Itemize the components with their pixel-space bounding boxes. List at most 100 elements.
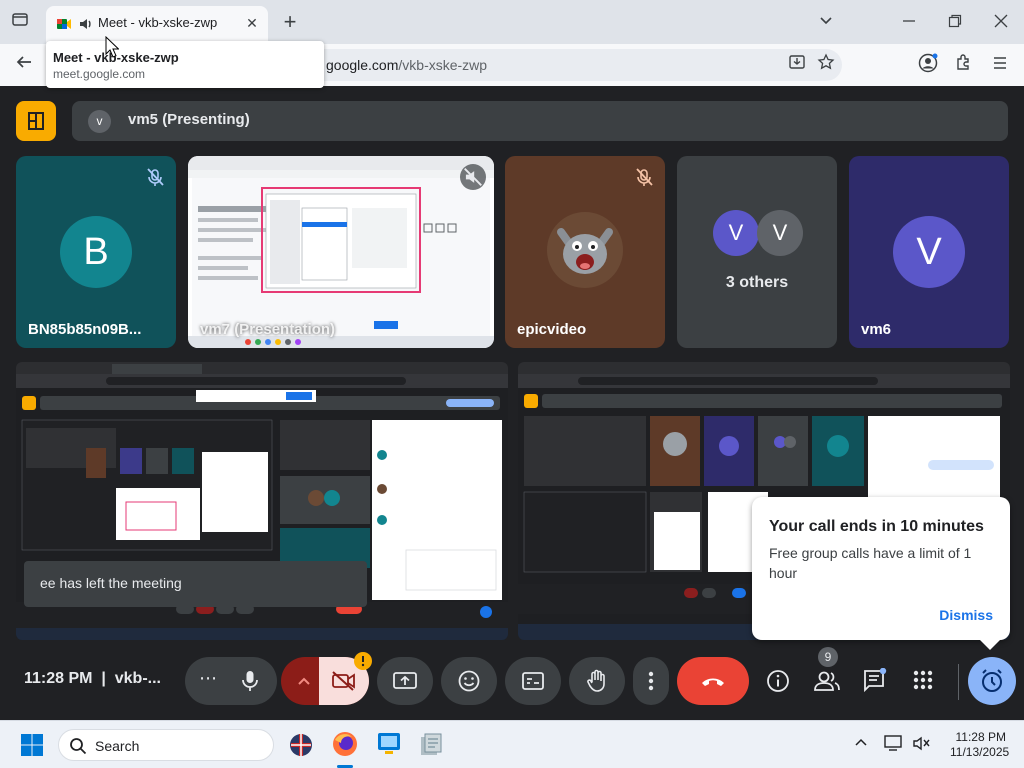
windows-start-icon[interactable] bbox=[20, 733, 44, 757]
participant-name: vm7 (Presentation) bbox=[200, 321, 336, 338]
alarm-clock-icon bbox=[982, 669, 1002, 692]
system-time: 11:28 PM bbox=[955, 730, 1006, 744]
system-clock[interactable]: 11:28 PM 11/13/2025 bbox=[950, 730, 1010, 760]
raise-hand-button[interactable] bbox=[569, 657, 625, 705]
info-icon bbox=[767, 670, 789, 692]
people-button[interactable]: 9 bbox=[813, 647, 843, 696]
shared-screen-thumbnail bbox=[188, 156, 494, 348]
people-icon bbox=[814, 671, 840, 691]
menu-icon[interactable] bbox=[988, 53, 1012, 77]
participant-tile-vm7-presentation[interactable]: vm7 (Presentation) bbox=[188, 156, 494, 348]
people-count-badge: 9 bbox=[818, 647, 838, 667]
tab-search-icon[interactable] bbox=[8, 10, 32, 34]
microphone-icon bbox=[242, 671, 258, 691]
others-label: 3 others bbox=[725, 274, 789, 291]
taskbar-app-icon[interactable] bbox=[288, 732, 314, 758]
others-avatar-2: V bbox=[757, 210, 803, 256]
video-off-icon bbox=[332, 671, 355, 691]
taskbar-search[interactable]: Search bbox=[58, 729, 274, 761]
install-app-icon[interactable] bbox=[785, 53, 809, 77]
participant-name: vm6 bbox=[861, 321, 892, 338]
presenting-banner[interactable]: v vm5 (Presenting) bbox=[72, 101, 1008, 141]
more-vert-icon bbox=[648, 671, 654, 691]
url-path: /vkb-xske-zwp bbox=[398, 57, 488, 73]
others-avatar-1: V bbox=[713, 210, 759, 256]
chat-icon bbox=[864, 667, 887, 693]
show-hidden-icons-chevron[interactable] bbox=[854, 735, 868, 754]
emoji-icon bbox=[458, 670, 480, 692]
participant-avatar: V bbox=[893, 216, 965, 288]
meet-stage: v vm5 (Presenting) B BN85b85n09B... vm7 … bbox=[0, 86, 1024, 720]
present-layout-icon bbox=[28, 112, 44, 130]
more-options-button[interactable] bbox=[633, 657, 669, 705]
speaker-muted-icon bbox=[460, 164, 486, 190]
call-end-body: Free group calls have a limit of 1 hour bbox=[769, 545, 972, 581]
participant-left-notice: ee has left the meeting bbox=[24, 561, 367, 607]
participant-tile-vm6[interactable]: V vm6 bbox=[849, 156, 1009, 348]
file-app-icon[interactable] bbox=[418, 732, 444, 758]
meeting-details-button[interactable] bbox=[766, 669, 792, 695]
back-arrow-icon[interactable] bbox=[12, 53, 36, 77]
leave-call-button[interactable] bbox=[677, 657, 749, 705]
firefox-icon[interactable] bbox=[331, 730, 359, 758]
extensions-icon[interactable] bbox=[952, 53, 976, 77]
browser-tab-bar: Meet - vkb-xske-zwp ✕ + bbox=[0, 0, 1024, 44]
meeting-clock: 11:28 PM | vkb-... bbox=[24, 670, 161, 687]
presenting-label: vm5 (Presenting) bbox=[128, 111, 250, 128]
raise-hand-icon bbox=[587, 669, 605, 692]
present-screen-button[interactable] bbox=[377, 657, 433, 705]
apps-grid-icon bbox=[913, 670, 933, 690]
display-icon[interactable] bbox=[884, 734, 904, 757]
chat-button[interactable] bbox=[862, 667, 888, 694]
reactions-button[interactable] bbox=[441, 657, 497, 705]
tab-hover-tooltip: Meet - vkb-xske-zwp meet.google.com bbox=[46, 41, 324, 88]
minimize-icon[interactable] bbox=[897, 10, 921, 34]
tab-list-chevron-icon[interactable] bbox=[814, 10, 838, 34]
participant-tile-epicvideo[interactable]: epicvideo bbox=[505, 156, 665, 348]
restore-icon[interactable] bbox=[943, 10, 967, 34]
clock-time: 11:28 PM bbox=[24, 670, 93, 687]
participant-tile-others[interactable]: V V 3 others bbox=[677, 156, 837, 348]
present-screen-icon bbox=[393, 672, 417, 689]
activities-button[interactable] bbox=[912, 669, 936, 693]
search-label: Search bbox=[95, 738, 140, 754]
meet-favicon-icon bbox=[57, 19, 71, 29]
captions-button[interactable] bbox=[505, 657, 561, 705]
volume-muted-icon[interactable] bbox=[912, 734, 932, 757]
participant-name: BN85b85n09B... bbox=[28, 321, 142, 338]
audio-playing-icon[interactable] bbox=[78, 16, 94, 32]
mic-off-icon bbox=[636, 168, 653, 186]
url-host: google.com bbox=[326, 57, 399, 73]
more-dots-icon: ⋯ bbox=[199, 668, 217, 688]
close-window-icon[interactable] bbox=[989, 10, 1013, 34]
profile-icon[interactable] bbox=[916, 53, 940, 77]
participant-name: epicvideo bbox=[517, 321, 587, 338]
participant-tile-bn85[interactable]: B BN85b85n09B... bbox=[16, 156, 176, 348]
divider bbox=[958, 664, 959, 700]
meet-controls-bar: 11:28 PM | vkb-... ⋯ 9 bbox=[0, 647, 1024, 720]
new-tab-icon[interactable]: + bbox=[278, 10, 302, 34]
call-end-title: Your call ends in 10 minutes bbox=[769, 518, 984, 535]
closed-captions-icon bbox=[522, 672, 544, 690]
warning-badge-icon bbox=[354, 652, 372, 670]
bookmark-star-icon[interactable] bbox=[814, 53, 838, 77]
url-text: google.com/vkb-xske-zwp bbox=[326, 57, 487, 73]
presentation-layout-button[interactable] bbox=[16, 101, 56, 141]
tooltip-domain: meet.google.com bbox=[53, 67, 146, 81]
dismiss-button[interactable]: Dismiss bbox=[939, 607, 993, 623]
camera-off-button[interactable] bbox=[281, 652, 372, 705]
windows-taskbar: Search 11:28 PM 11/13/2025 bbox=[0, 720, 1024, 768]
timer-button[interactable] bbox=[968, 657, 1016, 705]
remote-desktop-icon[interactable] bbox=[375, 730, 403, 758]
mic-off-icon bbox=[147, 168, 164, 186]
chevron-up-icon bbox=[298, 677, 310, 685]
system-date: 11/13/2025 bbox=[950, 745, 1010, 759]
meeting-code: vkb-... bbox=[114, 670, 161, 687]
hang-up-icon bbox=[702, 678, 724, 686]
call-end-warning-card: Your call ends in 10 minutes Free group … bbox=[752, 497, 1010, 650]
tab-close-icon[interactable]: ✕ bbox=[242, 13, 262, 33]
tab-title: Meet - vkb-xske-zwp bbox=[98, 15, 218, 30]
browser-tab-meet[interactable]: Meet - vkb-xske-zwp ✕ bbox=[46, 6, 268, 44]
card-pointer bbox=[980, 640, 1000, 650]
more-audio-options-button[interactable]: ⋯ bbox=[185, 657, 277, 705]
